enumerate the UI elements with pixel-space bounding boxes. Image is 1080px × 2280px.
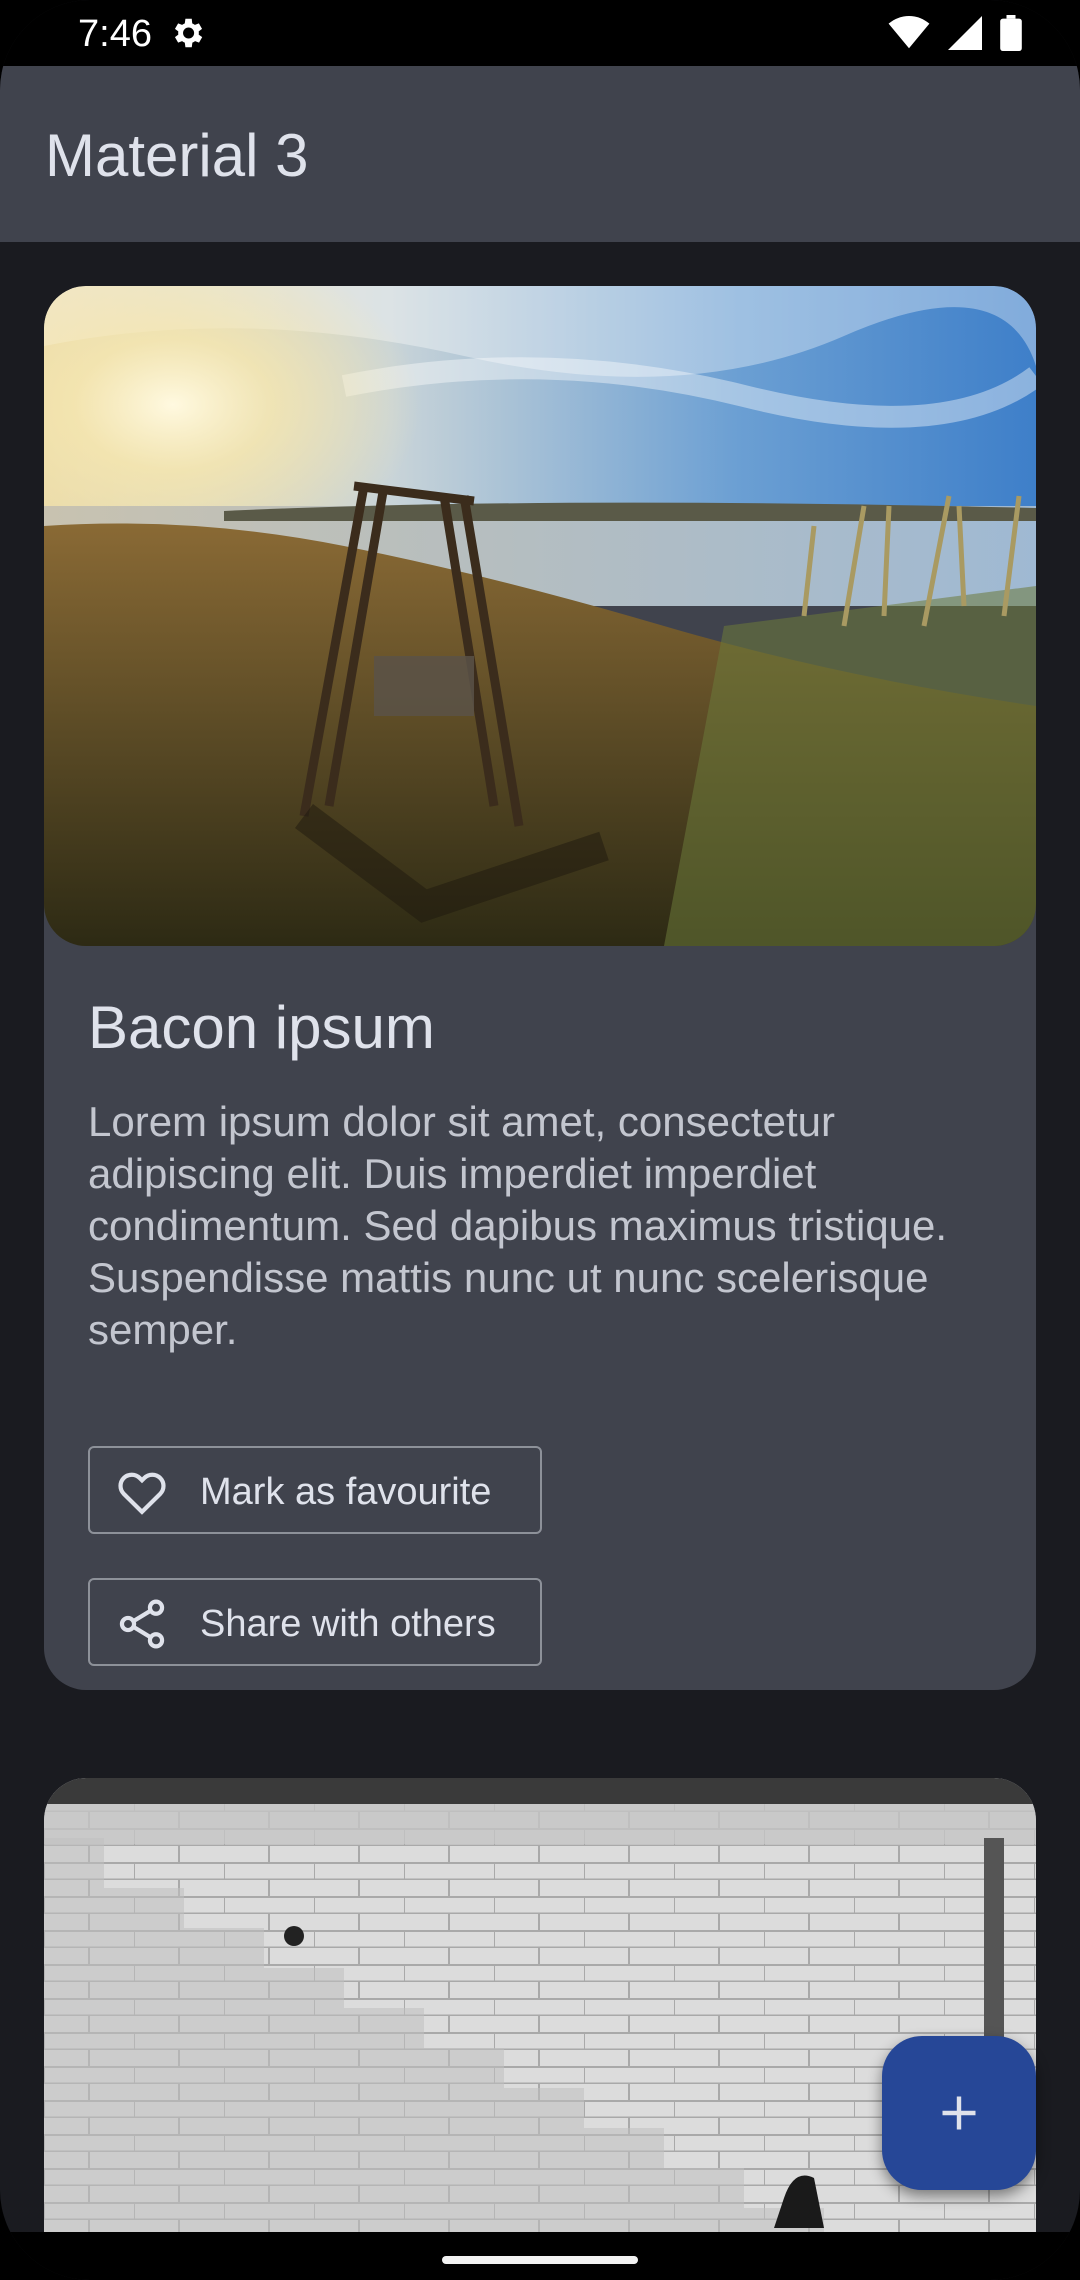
heart-outline-icon (118, 1472, 166, 1515)
mark-as-favourite-button[interactable]: Mark as favourite (88, 1446, 542, 1534)
button-label: Mark as favourite (200, 1471, 492, 1513)
card-list[interactable]: Bacon ipsum Lorem ipsum dolor sit amet, … (0, 242, 1080, 2232)
button-label: Share with others (200, 1603, 496, 1645)
card-image (44, 286, 1036, 946)
app-title: Material 3 (45, 122, 309, 189)
card[interactable]: Bacon ipsum Lorem ipsum dolor sit amet, … (44, 286, 1036, 1690)
status-time: 7:46 (78, 13, 152, 55)
status-icons (888, 14, 1022, 52)
card-title: Bacon ipsum (88, 994, 435, 1061)
phone-screen: 7:46 Material 3 Bacon ipsum Lorem ipsum … (0, 0, 1080, 2280)
share-with-others-button[interactable]: Share with others (88, 1578, 542, 1666)
plus-icon (942, 2096, 976, 2130)
share-icon (119, 1599, 165, 1649)
battery-icon (1000, 15, 1022, 51)
card-body-text: Lorem ipsum dolor sit amet, consectetur … (88, 1098, 948, 1353)
gesture-handle[interactable] (442, 2256, 638, 2264)
cellular-icon (948, 16, 982, 50)
top-app-bar: Material 3 (0, 66, 1080, 242)
status-bar: 7:46 (0, 0, 1080, 66)
settings-icon (174, 18, 203, 48)
wifi-icon (888, 16, 930, 49)
add-fab[interactable] (882, 2036, 1036, 2190)
